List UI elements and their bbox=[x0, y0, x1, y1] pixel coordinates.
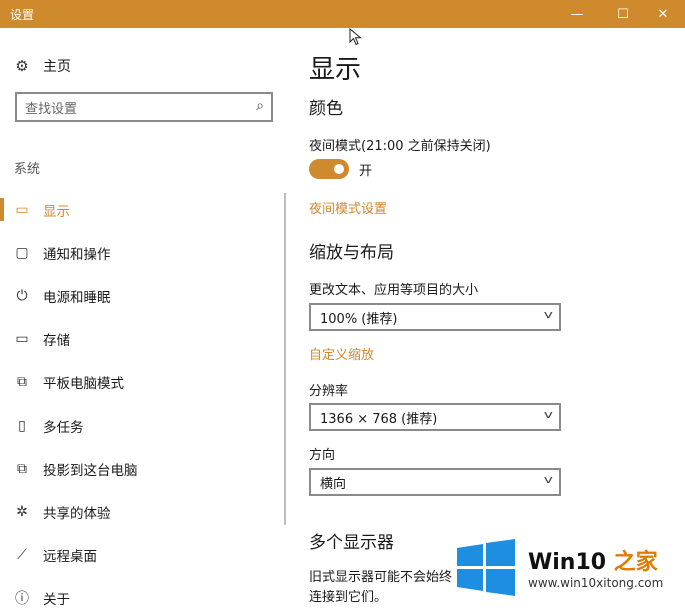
power-icon: ⏻ bbox=[16, 287, 28, 304]
chevron-down-icon: v bbox=[544, 408, 554, 421]
sidebar-item-label: 投影到这台电脑 bbox=[43, 462, 138, 479]
orientation-select[interactable]: 横向 v bbox=[309, 468, 561, 496]
sidebar-item-label: 存储 bbox=[43, 333, 70, 350]
color-heading: 颜色 bbox=[309, 99, 343, 119]
sidebar-item-label: 多任务 bbox=[43, 419, 84, 436]
watermark-title-prefix: Win10 bbox=[528, 550, 614, 575]
resolution-value: 1366 × 768 (推荐) bbox=[320, 411, 438, 427]
sidebar-item-label: 显示 bbox=[43, 203, 70, 220]
night-light-settings-link[interactable]: 夜间模式设置 bbox=[309, 198, 387, 217]
sidebar-item-1[interactable]: ▢ 通知和操作 bbox=[0, 231, 290, 274]
nav-list: ▭ 显示 ▢ 通知和操作 ⏻ 电源和睡眠 ▭ 存储 ⧉ 平板电脑模式 ▯ 多任务 ⧉ 投影到这台电脑 ✲ 共享… bbox=[0, 188, 290, 610]
orientation-value: 横向 bbox=[320, 476, 347, 492]
chevron-down-icon: v bbox=[544, 473, 554, 486]
gear-icon: ⚙ bbox=[15, 57, 29, 75]
scale-label: 更改文本、应用等项目的大小 bbox=[309, 283, 479, 298]
sidebar-item-label: 关于 bbox=[43, 592, 70, 609]
storage-icon: ▭ bbox=[15, 331, 29, 348]
sidebar-item-9[interactable]: ⓘ 关于 bbox=[0, 577, 290, 610]
search-icon[interactable]: ⌕ bbox=[256, 98, 264, 114]
scale-value: 100% (推荐) bbox=[320, 311, 398, 327]
close-button[interactable]: ✕ bbox=[640, 0, 685, 28]
info-icon: ⓘ bbox=[15, 591, 29, 608]
sidebar: ⚙ 主页 查找设置 ⌕ 系统 ▭ 显示 ▢ 通知和操作 ⏻ 电源和睡眠 ▭ 存储 ⧉ 平板电脑模式… bbox=[0, 28, 290, 610]
resolution-label: 分辨率 bbox=[309, 384, 349, 399]
desc-line: 旧式显示器可能不会始终 bbox=[309, 570, 453, 585]
sidebar-item-3[interactable]: ▭ 存储 bbox=[0, 318, 290, 361]
remote-desktop-icon: ⟋ bbox=[17, 547, 27, 564]
minimize-button[interactable]: — bbox=[554, 0, 600, 28]
section-label: 系统 bbox=[14, 162, 41, 177]
mouse-cursor-icon bbox=[349, 28, 362, 46]
sidebar-item-label: 共享的体验 bbox=[43, 505, 111, 522]
sidebar-item-6[interactable]: ⧉ 投影到这台电脑 bbox=[0, 447, 290, 490]
search-input[interactable]: 查找设置 ⌕ bbox=[15, 92, 273, 122]
multitasking-icon: ▯ bbox=[18, 417, 26, 434]
toggle-state-label: 开 bbox=[359, 164, 373, 179]
night-light-toggle[interactable] bbox=[309, 159, 349, 179]
shared-experiences-icon: ✲ bbox=[16, 503, 28, 520]
custom-scaling-link[interactable]: 自定义缩放 bbox=[309, 344, 374, 363]
sidebar-item-home[interactable]: ⚙ 主页 bbox=[14, 56, 71, 76]
page-title: 显示 bbox=[309, 55, 362, 85]
sidebar-item-0[interactable]: ▭ 显示 bbox=[0, 188, 290, 231]
resolution-select[interactable]: 1366 × 768 (推荐) v bbox=[309, 403, 561, 431]
scale-heading: 缩放与布局 bbox=[309, 243, 394, 263]
multi-display-description: 旧式显示器可能不会始终 连接到它们。 bbox=[309, 568, 452, 608]
main-content: 显示 颜色 夜间模式(21:00 之前保持关闭) 开 夜间模式设置 缩放与布局 … bbox=[309, 28, 685, 610]
multi-display-heading: 多个显示器 bbox=[309, 533, 394, 553]
sidebar-item-label: 通知和操作 bbox=[43, 246, 111, 263]
scale-select[interactable]: 100% (推荐) v bbox=[309, 303, 561, 331]
sidebar-item-8[interactable]: ⟋ 远程桌面 bbox=[0, 534, 290, 577]
sidebar-item-5[interactable]: ▯ 多任务 bbox=[0, 404, 290, 447]
sidebar-item-4[interactable]: ⧉ 平板电脑模式 bbox=[0, 361, 290, 404]
tablet-mode-icon: ⧉ bbox=[17, 374, 27, 391]
sidebar-item-7[interactable]: ✲ 共享的体验 bbox=[0, 490, 290, 533]
sidebar-item-label: 主页 bbox=[43, 59, 71, 75]
speech-bubble-icon: ▢ bbox=[15, 244, 29, 261]
windows-logo-icon bbox=[457, 539, 515, 596]
sidebar-item-label: 平板电脑模式 bbox=[43, 376, 124, 393]
night-light-label: 夜间模式(21:00 之前保持关闭) bbox=[309, 139, 491, 154]
project-icon: ⧉ bbox=[17, 460, 27, 477]
search-placeholder: 查找设置 bbox=[25, 101, 78, 117]
sidebar-item-2[interactable]: ⏻ 电源和睡眠 bbox=[0, 274, 290, 317]
monitor-icon: ▭ bbox=[15, 201, 29, 218]
sidebar-item-label: 远程桌面 bbox=[43, 549, 97, 566]
scrollbar[interactable] bbox=[284, 193, 286, 525]
chevron-down-icon: v bbox=[544, 308, 554, 321]
desc-line: 连接到它们。 bbox=[309, 590, 388, 605]
title-bar: 设置 — ☐ ✕ bbox=[0, 0, 685, 28]
window-title: 设置 bbox=[10, 8, 35, 22]
watermark: Win10 之家 www.win10xitong.com bbox=[452, 538, 682, 604]
watermark-title: Win10 之家 bbox=[528, 544, 658, 576]
watermark-title-accent: 之家 bbox=[613, 550, 658, 575]
watermark-url: www.win10xitong.com bbox=[528, 576, 664, 590]
orientation-label: 方向 bbox=[309, 448, 336, 463]
toggle-knob bbox=[334, 164, 344, 174]
sidebar-item-label: 电源和睡眠 bbox=[43, 289, 111, 306]
